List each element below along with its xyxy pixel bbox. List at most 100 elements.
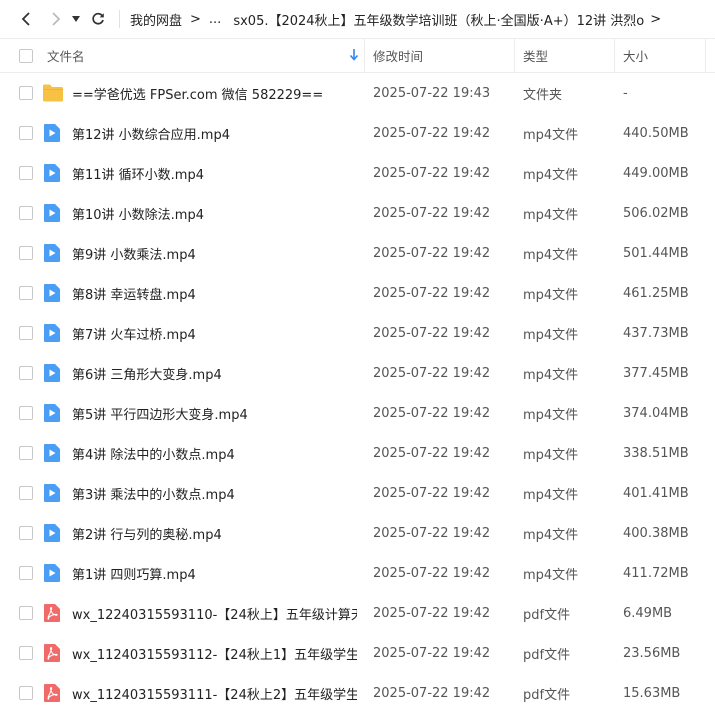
table-row[interactable]: 第3讲 乘法中的小数点.mp4 2025-07-22 19:42 mp4文件 401.…	[0, 473, 715, 513]
row-checkbox[interactable]	[19, 606, 33, 620]
file-name[interactable]: 第9讲 小数乘法.mp4	[72, 233, 357, 273]
file-name[interactable]: 第2讲 行与列的奥秘.mp4	[72, 513, 357, 553]
video-file-icon	[42, 443, 62, 463]
file-modified-time: 2025-07-22 19:42	[373, 365, 491, 381]
file-type: 文件夹	[523, 87, 563, 103]
table-row[interactable]: 第5讲 平行四边形大变身.mp4 2025-07-22 19:42 mp4文件 374…	[0, 393, 715, 433]
file-type: mp4文件	[523, 407, 579, 423]
file-type: pdf文件	[523, 647, 571, 663]
file-size: 15.63MB	[623, 685, 681, 701]
file-size: -	[623, 85, 628, 101]
table-row[interactable]: 第2讲 行与列的奥秘.mp4 2025-07-22 19:42 mp4文件 400.3…	[0, 513, 715, 553]
video-file-icon	[42, 283, 62, 303]
forward-arrow-icon[interactable]	[43, 6, 69, 32]
folder-icon	[42, 83, 63, 103]
file-type: mp4文件	[523, 567, 579, 583]
file-type: mp4文件	[523, 487, 579, 503]
row-checkbox[interactable]	[19, 206, 33, 220]
file-name[interactable]: wx_11240315593112-【24秋上1】五年级学生用...	[72, 633, 357, 673]
file-name[interactable]: 第5讲 平行四边形大变身.mp4	[72, 393, 357, 433]
file-modified-time: 2025-07-22 19:43	[373, 85, 491, 101]
column-header-size[interactable]: 大小	[623, 39, 648, 72]
video-file-icon	[42, 323, 62, 343]
table-row[interactable]: wx_12240315593110-【24秋上】五年级计算天天... 2025-0…	[0, 593, 715, 633]
pdf-file-icon	[42, 643, 62, 663]
table-row[interactable]: 第8讲 幸运转盘.mp4 2025-07-22 19:42 mp4文件 461.25M…	[0, 273, 715, 313]
file-name[interactable]: 第1讲 四则巧算.mp4	[72, 553, 357, 593]
table-row[interactable]: ==学爸优选 FPSer.com 微信 582229== 2025-07-22 1…	[0, 73, 715, 113]
file-size: 377.45MB	[623, 365, 689, 381]
table-row[interactable]: 第6讲 三角形大变身.mp4 2025-07-22 19:42 mp4文件 377.4…	[0, 353, 715, 393]
breadcrumb-current[interactable]: sx05.【2024秋上】五年级数学培训班（秋上·全国版·A+）12讲 洪烈o	[233, 10, 644, 29]
file-name[interactable]: wx_12240315593110-【24秋上】五年级计算天天...	[72, 593, 357, 633]
breadcrumb-root[interactable]: 我的网盘	[130, 10, 182, 29]
table-row[interactable]: 第7讲 火车过桥.mp4 2025-07-22 19:42 mp4文件 437.73M…	[0, 313, 715, 353]
file-type: mp4文件	[523, 247, 579, 263]
table-row[interactable]: wx_11240315593111-【24秋上2】五年级学生用... 2025-0…	[0, 673, 715, 713]
table-row[interactable]: 第1讲 四则巧算.mp4 2025-07-22 19:42 mp4文件 411.72M…	[0, 553, 715, 593]
file-name[interactable]: 第3讲 乘法中的小数点.mp4	[72, 473, 357, 513]
row-checkbox[interactable]	[19, 86, 33, 100]
row-checkbox[interactable]	[19, 166, 33, 180]
file-name[interactable]: 第6讲 三角形大变身.mp4	[72, 353, 357, 393]
row-checkbox[interactable]	[19, 686, 33, 700]
video-file-icon	[42, 483, 62, 503]
table-row[interactable]: 第12讲 小数综合应用.mp4 2025-07-22 19:42 mp4文件 440.…	[0, 113, 715, 153]
column-header-name[interactable]: 文件名	[47, 39, 85, 72]
video-file-icon	[42, 403, 62, 423]
table-row[interactable]: 第10讲 小数除法.mp4 2025-07-22 19:42 mp4文件 506.02…	[0, 193, 715, 233]
row-checkbox[interactable]	[19, 286, 33, 300]
row-checkbox[interactable]	[19, 126, 33, 140]
file-name[interactable]: 第11讲 循环小数.mp4	[72, 153, 357, 193]
table-row[interactable]: 第9讲 小数乘法.mp4 2025-07-22 19:42 mp4文件 501.44M…	[0, 233, 715, 273]
file-size: 501.44MB	[623, 245, 689, 261]
back-arrow-icon[interactable]	[13, 6, 39, 32]
refresh-icon[interactable]	[85, 6, 111, 32]
file-name[interactable]: 第10讲 小数除法.mp4	[72, 193, 357, 233]
history-dropdown-icon[interactable]	[69, 6, 83, 32]
toolbar-divider	[119, 10, 120, 28]
file-modified-time: 2025-07-22 19:42	[373, 605, 491, 621]
file-name[interactable]: 第8讲 幸运转盘.mp4	[72, 273, 357, 313]
row-checkbox[interactable]	[19, 486, 33, 500]
column-header-type[interactable]: 类型	[523, 39, 548, 72]
table-row[interactable]: wx_11240315593112-【24秋上1】五年级学生用... 2025-0…	[0, 633, 715, 673]
file-size: 411.72MB	[623, 565, 689, 581]
table-row[interactable]: 第4讲 除法中的小数点.mp4 2025-07-22 19:42 mp4文件 338.…	[0, 433, 715, 473]
table-row[interactable]: 第11讲 循环小数.mp4 2025-07-22 19:42 mp4文件 449.00…	[0, 153, 715, 193]
file-name[interactable]: 第4讲 除法中的小数点.mp4	[72, 433, 357, 473]
file-modified-time: 2025-07-22 19:42	[373, 485, 491, 501]
column-header-modified[interactable]: 修改时间	[373, 39, 423, 72]
row-checkbox[interactable]	[19, 406, 33, 420]
row-checkbox[interactable]	[19, 326, 33, 340]
file-list: ==学爸优选 FPSer.com 微信 582229== 2025-07-22 1…	[0, 73, 715, 713]
row-checkbox[interactable]	[19, 566, 33, 580]
file-name[interactable]: wx_11240315593111-【24秋上2】五年级学生用...	[72, 673, 357, 713]
row-checkbox[interactable]	[19, 366, 33, 380]
row-checkbox[interactable]	[19, 646, 33, 660]
sort-descending-icon[interactable]	[349, 48, 359, 65]
column-divider[interactable]	[364, 39, 365, 72]
file-type: mp4文件	[523, 327, 579, 343]
row-checkbox[interactable]	[19, 246, 33, 260]
row-checkbox[interactable]	[19, 446, 33, 460]
select-all-checkbox[interactable]	[19, 49, 33, 63]
table-header: 文件名 修改时间 类型 大小	[0, 38, 715, 73]
breadcrumb-ellipsis[interactable]: ...	[209, 12, 221, 27]
file-size: 374.04MB	[623, 405, 689, 421]
file-name[interactable]: ==学爸优选 FPSer.com 微信 582229==	[72, 73, 357, 113]
breadcrumb-expand-icon[interactable]: >	[650, 12, 661, 27]
file-table: 文件名 修改时间 类型 大小 ==学爸优选 FPSer.com 微信 58222…	[0, 38, 715, 713]
file-type: mp4文件	[523, 287, 579, 303]
breadcrumb-separator-icon: >	[190, 11, 201, 27]
file-modified-time: 2025-07-22 19:42	[373, 325, 491, 341]
column-divider[interactable]	[514, 39, 515, 72]
video-file-icon	[42, 163, 62, 183]
file-type: mp4文件	[523, 447, 579, 463]
file-size: 440.50MB	[623, 125, 689, 141]
column-divider[interactable]	[705, 39, 706, 72]
file-name[interactable]: 第7讲 火车过桥.mp4	[72, 313, 357, 353]
file-name[interactable]: 第12讲 小数综合应用.mp4	[72, 113, 357, 153]
row-checkbox[interactable]	[19, 526, 33, 540]
column-divider[interactable]	[614, 39, 615, 72]
